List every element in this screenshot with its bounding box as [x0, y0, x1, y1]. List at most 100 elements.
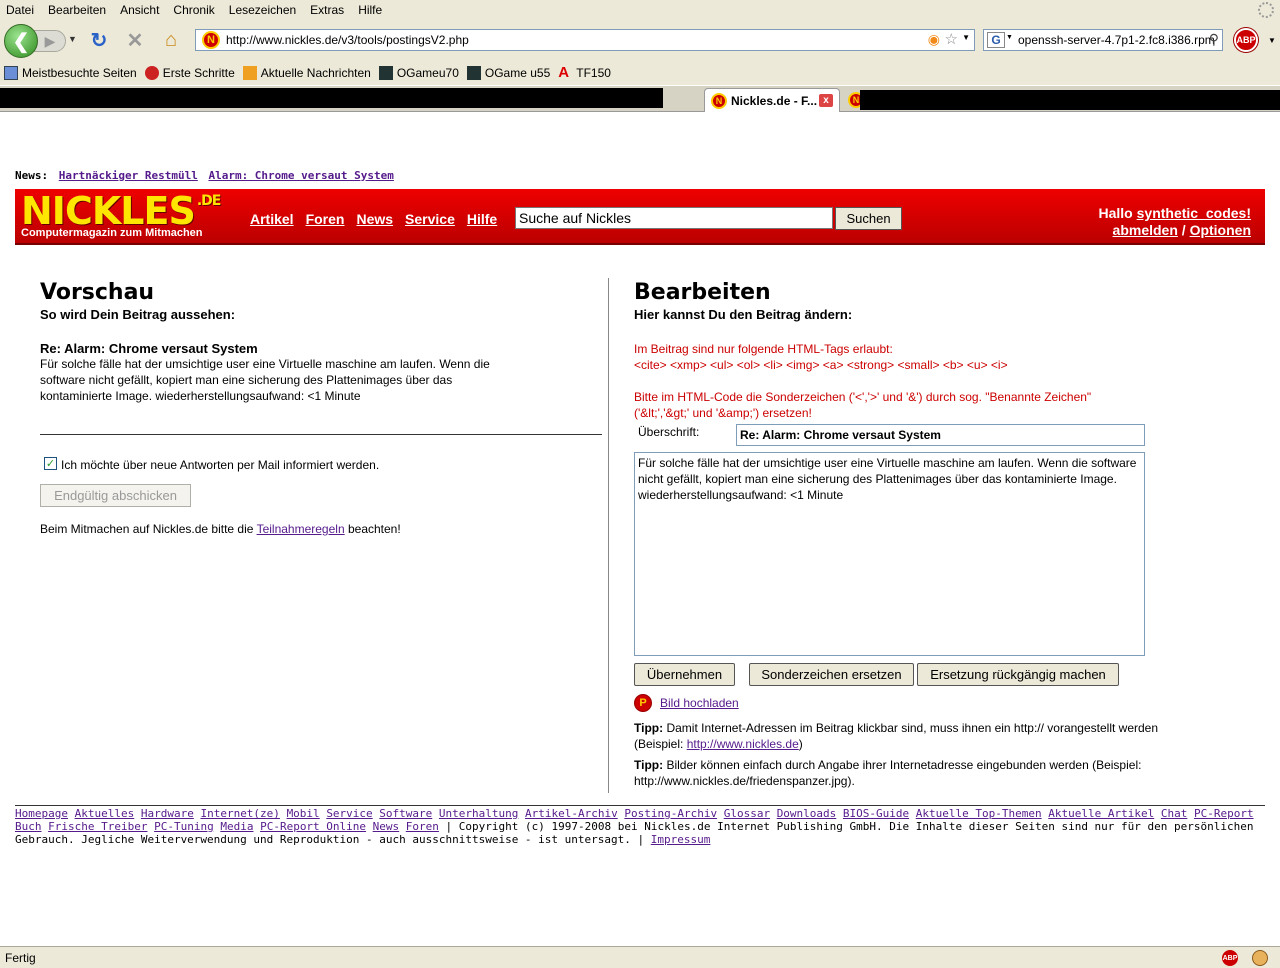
browser-search-box[interactable]: G ▼ openssh-server-4.7p1-2.fc8.i386.rpm … [983, 29, 1223, 51]
title-input[interactable]: Re: Alarm: Chrome versaut System [736, 424, 1145, 446]
footer-link[interactable]: Mobil [287, 807, 320, 820]
menu-extras[interactable]: Extras [310, 3, 344, 17]
site-favicon-icon: N [202, 31, 220, 49]
search-icon[interactable]: ⚲ [1209, 31, 1219, 48]
footer-link[interactable]: Unterhaltung [439, 807, 518, 820]
hello-label: Hallo [1098, 205, 1133, 221]
edit-heading: Bearbeiten [634, 280, 771, 305]
tip-end: ) [798, 737, 803, 751]
bookmark-meistbesuchte[interactable]: Meistbesuchte Seiten [4, 66, 137, 80]
history-dropdown-icon[interactable]: ▼ [68, 34, 77, 44]
footer-link[interactable]: Chat [1161, 807, 1188, 820]
edit-subheading: Hier kannst Du den Beitrag ändern: [634, 307, 853, 322]
footer-link[interactable]: BIOS-Guide [843, 807, 909, 820]
footer-link[interactable]: Glossar [724, 807, 770, 820]
notify-checkbox[interactable]: ✓ [44, 456, 57, 470]
bookmark-tf150[interactable]: A TF150 [558, 65, 611, 80]
bookmark-erste-schritte[interactable]: Erste Schritte [144, 66, 235, 80]
addon-face-icon[interactable] [1252, 950, 1268, 966]
logo-suffix: .DE [196, 193, 221, 209]
tip-example-link[interactable]: http://www.nickles.de [687, 737, 799, 751]
back-forward-group: ▶ ❮ ▼ [4, 24, 80, 58]
footer-link[interactable]: Homepage [15, 807, 68, 820]
undo-replace-button[interactable]: Ersetzung rückgängig machen [917, 663, 1119, 686]
footer-link[interactable]: Frische Treiber [48, 820, 147, 833]
menu-ansicht[interactable]: Ansicht [120, 3, 159, 17]
news-link[interactable]: Alarm: Chrome versaut System [208, 169, 393, 182]
apply-button[interactable]: Übernehmen [634, 663, 735, 686]
footer-link[interactable]: Service [326, 807, 372, 820]
site-search-button[interactable]: Suchen [835, 207, 902, 230]
home-icon[interactable]: ⌂ [160, 29, 182, 51]
replace-special-chars-button[interactable]: Sonderzeichen ersetzen [749, 663, 914, 686]
menu-lesezeichen[interactable]: Lesezeichen [229, 3, 296, 17]
preview-post-body: Für solche fälle hat der umsichtige user… [40, 357, 490, 403]
nav-artikel[interactable]: Artikel [250, 211, 294, 227]
menu-hilfe[interactable]: Hilfe [358, 3, 382, 17]
footer-link[interactable]: Aktuelles [75, 807, 135, 820]
search-engine-dropdown-icon[interactable]: ▼ [1006, 34, 1013, 41]
nav-news[interactable]: News [356, 211, 393, 227]
tip-images: Tipp: Bilder können einfach durch Angabe… [634, 757, 1194, 789]
footer-link[interactable]: Media [220, 820, 253, 833]
footer-link[interactable]: Aktuelle Top-Themen [916, 807, 1042, 820]
bookmark-aktuelle-nachrichten[interactable]: Aktuelle Nachrichten [242, 66, 371, 80]
bookmark-star-icon[interactable]: ☆ [945, 30, 958, 48]
browser-search-text[interactable]: openssh-server-4.7p1-2.fc8.i386.rpm [1018, 33, 1215, 47]
rules-prefix: Beim Mitmachen auf Nickles.de bitte die [40, 522, 254, 536]
rss-feed-icon [242, 66, 257, 80]
menu-bearbeiten[interactable]: Bearbeiten [48, 3, 106, 17]
footer-link[interactable]: Internet(ze) [200, 807, 279, 820]
submit-button[interactable]: Endgültig abschicken [40, 484, 191, 507]
tab-nickles[interactable]: N Nickles.de - F... x [704, 88, 840, 112]
nav-foren[interactable]: Foren [306, 211, 345, 227]
image-upload-link[interactable]: Bild hochladen [660, 696, 739, 710]
menu-datei[interactable]: Datei [6, 3, 34, 17]
folder-icon [4, 66, 18, 80]
back-button[interactable]: ❮ [4, 24, 38, 58]
stop-icon[interactable]: ✕ [124, 29, 146, 52]
reload-icon[interactable]: ↻ [88, 29, 110, 52]
redacted-tabs-right [860, 90, 1280, 110]
user-greeting: Hallo synthetic_codes! abmelden / Option… [1099, 205, 1252, 239]
footer-link[interactable]: Hardware [141, 807, 194, 820]
bookmark-ogameu70[interactable]: OGameu70 [378, 66, 459, 80]
footer-link[interactable]: Downloads [777, 807, 837, 820]
bookmark-ogame-u55[interactable]: OGame u55 [466, 66, 550, 80]
news-link[interactable]: Hartnäckiger Restmüll [59, 169, 198, 182]
nav-hilfe[interactable]: Hilfe [467, 211, 497, 227]
site-search-input[interactable]: Suche auf Nickles [515, 207, 833, 229]
toolbar-overflow-icon[interactable]: ▼ [1268, 36, 1276, 45]
footer-link[interactable]: Artikel-Archiv [525, 807, 618, 820]
adblock-icon[interactable]: ABP [1234, 28, 1258, 52]
adblock-status-icon[interactable]: ABP [1222, 950, 1238, 966]
forward-button[interactable]: ▶ [34, 30, 66, 52]
google-icon[interactable]: G [987, 32, 1005, 48]
menu-chronik[interactable]: Chronik [173, 3, 214, 17]
footer-link[interactable]: News [373, 820, 400, 833]
url-dropdown-icon[interactable]: ▼ [962, 33, 970, 42]
username-link[interactable]: synthetic_codes! [1137, 205, 1251, 221]
tab-title: Nickles.de - F... [731, 93, 818, 108]
tip-label: Tipp: [634, 721, 664, 735]
nav-service[interactable]: Service [405, 211, 455, 227]
footer-link[interactable]: Posting-Archiv [624, 807, 717, 820]
rules-suffix: beachten! [347, 522, 401, 536]
url-text[interactable]: http://www.nickles.de/v3/tools/postingsV… [226, 33, 469, 47]
footer-link[interactable]: Aktuelle Artikel [1048, 807, 1154, 820]
footer-link[interactable]: Foren [406, 820, 439, 833]
rss-icon[interactable]: ◉ [928, 31, 940, 48]
rules-link[interactable]: Teilnahmeregeln [257, 522, 345, 536]
logout-link[interactable]: abmelden [1113, 222, 1178, 238]
options-link[interactable]: Optionen [1190, 222, 1251, 238]
impressum-link[interactable]: Impressum [651, 833, 711, 846]
footer-link[interactable]: PC-Tuning [154, 820, 214, 833]
tab-close-icon[interactable]: x [819, 94, 833, 107]
tip-label: Tipp: [634, 758, 664, 772]
footer: Homepage Aktuelles Hardware Internet(ze)… [15, 807, 1265, 846]
footer-link[interactable]: PC-Report Online [260, 820, 366, 833]
body-textarea[interactable]: Für solche fälle hat der umsichtige user… [634, 452, 1145, 656]
url-bar[interactable]: N http://www.nickles.de/v3/tools/posting… [195, 29, 975, 51]
footer-link[interactable]: Software [379, 807, 432, 820]
bookmark-label: Aktuelle Nachrichten [260, 66, 371, 80]
